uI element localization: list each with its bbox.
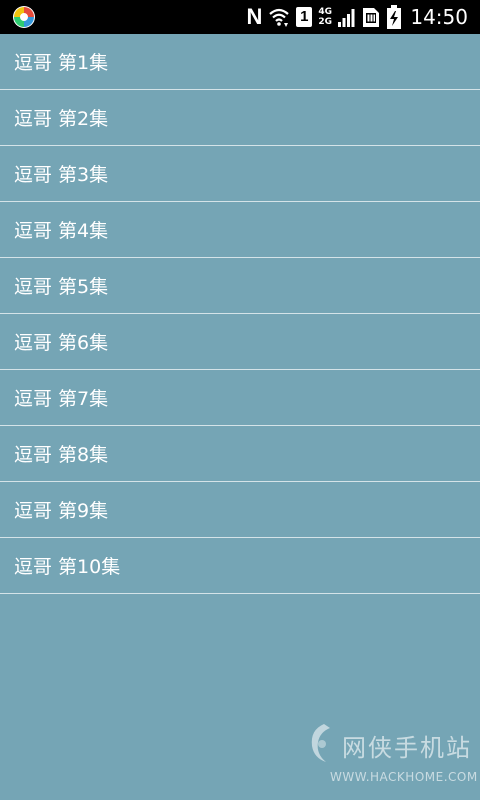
- list-item-episode-4[interactable]: 逗哥 第4集: [0, 202, 480, 258]
- wifi-icon: [269, 8, 290, 27]
- app-icon[interactable]: [12, 5, 36, 29]
- episode-list: 逗哥 第1集 逗哥 第2集 逗哥 第3集 逗哥 第4集 逗哥 第5集 逗哥 第6…: [0, 34, 480, 594]
- watermark-brand: 网侠手机站: [342, 734, 472, 762]
- nfc-icon: N: [246, 4, 263, 29]
- status-icons: N 1 4G 2G: [246, 3, 402, 31]
- list-item-episode-2[interactable]: 逗哥 第2集: [0, 90, 480, 146]
- sim-card-icon: [363, 8, 379, 27]
- clock-time: 14:50: [410, 5, 468, 29]
- list-item-episode-7[interactable]: 逗哥 第7集: [0, 370, 480, 426]
- list-item-episode-9[interactable]: 逗哥 第9集: [0, 482, 480, 538]
- status-bar: N 1 4G 2G 14:50: [0, 0, 480, 34]
- network-type-bottom: 2G: [318, 17, 332, 27]
- list-item-episode-3[interactable]: 逗哥 第3集: [0, 146, 480, 202]
- network-type: 4G 2G: [318, 7, 332, 27]
- signal-icon: [338, 9, 355, 27]
- battery-charging-icon: [387, 5, 401, 29]
- list-item-episode-6[interactable]: 逗哥 第6集: [0, 314, 480, 370]
- watermark-logo-icon: [311, 724, 330, 762]
- network-type-top: 4G: [318, 7, 332, 17]
- list-item-episode-5[interactable]: 逗哥 第5集: [0, 258, 480, 314]
- watermark: 网侠手机站 WWW.HACKHOME.COM: [302, 720, 477, 792]
- list-item-episode-1[interactable]: 逗哥 第1集: [0, 34, 480, 90]
- list-item-episode-10[interactable]: 逗哥 第10集: [0, 538, 480, 594]
- watermark-url: WWW.HACKHOME.COM: [330, 770, 478, 784]
- sim-icon: 1: [296, 7, 313, 27]
- list-item-episode-8[interactable]: 逗哥 第8集: [0, 426, 480, 482]
